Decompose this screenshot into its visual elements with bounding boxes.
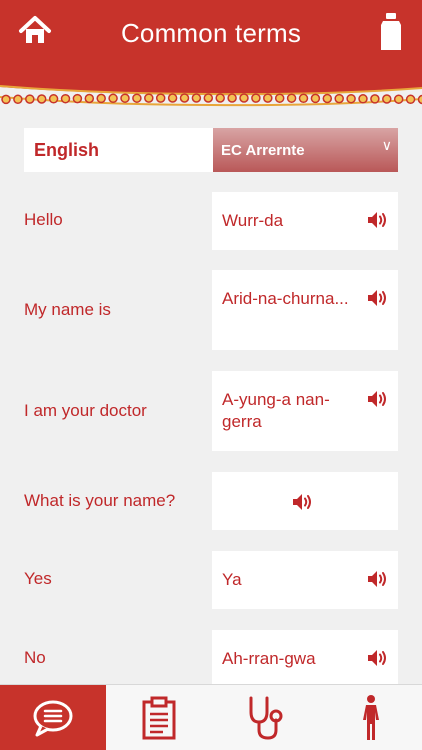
term-row-doctor: I am your doctor A-yung-a nan-gerra: [0, 371, 422, 451]
term-translation-card: Ya: [212, 551, 398, 609]
decorative-dot: [215, 93, 225, 103]
term-english: I am your doctor: [24, 401, 147, 420]
decorative-dot: [239, 93, 249, 103]
decorative-dot: [1, 94, 11, 105]
decorative-dot: [227, 93, 237, 103]
body-figure-icon: [363, 695, 379, 740]
term-english: Hello: [24, 210, 63, 229]
decorative-dot-band: [0, 74, 422, 107]
decorative-dot: [405, 94, 416, 105]
term-translation-card: Arid-na-churna...: [212, 270, 398, 350]
decorative-dot: [298, 93, 309, 104]
term-english: What is your name?: [24, 491, 176, 510]
speaker-icon[interactable]: [291, 490, 315, 514]
decorative-dot: [393, 94, 404, 104]
decorative-dot: [155, 93, 166, 103]
term-translation-card: A-yung-a nan-gerra: [212, 371, 398, 451]
term-translation: Arid-na-churna...: [222, 289, 349, 308]
chevron-down-icon: ∨: [381, 138, 392, 154]
decorative-dot: [72, 93, 83, 104]
bottle-icon: [381, 13, 401, 50]
target-language-value: EC Arrernte: [221, 142, 305, 159]
term-row-my-name: My name is Arid-na-churna...: [0, 270, 422, 350]
decorative-dot: [370, 94, 380, 104]
decorative-dot: [132, 93, 142, 103]
decorative-dot: [286, 93, 297, 103]
decorative-dot: [322, 93, 333, 104]
term-translation: A-yung-a nan-gerra: [222, 390, 330, 431]
decorative-dot: [144, 93, 154, 103]
term-english: No: [24, 648, 46, 667]
term-row-no: No Ah-rran-gwa: [0, 630, 422, 688]
decorative-dot: [310, 93, 321, 104]
speaker-icon[interactable]: [366, 646, 390, 670]
speaker-icon[interactable]: [366, 567, 390, 591]
stethoscope-icon: [249, 696, 283, 740]
app-header: Common terms: [0, 0, 422, 80]
term-row-hello: Hello Wurr-da: [0, 192, 422, 250]
term-translation: Ya: [222, 570, 242, 589]
decorative-dot: [334, 93, 344, 104]
decorative-dot: [274, 93, 285, 103]
term-row-your-name: What is your name?: [0, 472, 422, 530]
tab-body[interactable]: [318, 685, 422, 750]
decorative-dot: [13, 94, 23, 105]
decorative-dot: [60, 93, 71, 104]
term-translation: Ah-rran-gwa: [222, 649, 316, 668]
term-english: Yes: [24, 569, 52, 588]
tab-stethoscope[interactable]: [212, 685, 318, 750]
term-translation-card: Wurr-da: [212, 192, 398, 250]
speaker-icon[interactable]: [366, 208, 390, 232]
decorative-dot: [25, 94, 35, 104]
tab-clipboard[interactable]: [106, 685, 212, 750]
decorative-dot: [203, 93, 214, 103]
decorative-dot: [346, 93, 356, 104]
decorative-dot: [108, 93, 118, 104]
language-header-row: English EC Arrernte ∨: [24, 128, 398, 172]
tab-common-terms[interactable]: [0, 685, 106, 750]
bottom-tab-bar: [0, 684, 422, 750]
chat-bubble-icon: [33, 700, 73, 737]
term-english: My name is: [24, 300, 111, 319]
decorative-dot: [167, 93, 178, 103]
term-translation-card: [212, 472, 398, 530]
speaker-icon[interactable]: [366, 387, 390, 411]
decorative-dot: [191, 93, 202, 103]
decorative-dot: [263, 93, 273, 103]
bottle-button[interactable]: [378, 12, 404, 52]
decorative-dot: [36, 94, 47, 104]
decorative-dot: [382, 94, 392, 104]
speaker-icon[interactable]: [366, 286, 390, 310]
decorative-dot: [251, 93, 261, 103]
decorative-dot: [84, 93, 95, 104]
source-language-label: English: [34, 140, 100, 160]
term-translation-card: Ah-rran-gwa: [212, 630, 398, 688]
decorative-dot: [120, 93, 130, 103]
decorative-dot: [417, 94, 422, 105]
term-translation: Wurr-da: [222, 211, 284, 230]
decorative-dot: [358, 94, 368, 104]
decorative-dot: [179, 93, 190, 103]
term-row-yes: Yes Ya: [0, 551, 422, 609]
decorative-dot: [48, 94, 59, 104]
target-language-select[interactable]: EC Arrernte ∨: [212, 128, 398, 172]
page-title: Common terms: [120, 18, 302, 48]
decorative-dot: [96, 93, 106, 104]
clipboard-icon: [142, 696, 176, 740]
